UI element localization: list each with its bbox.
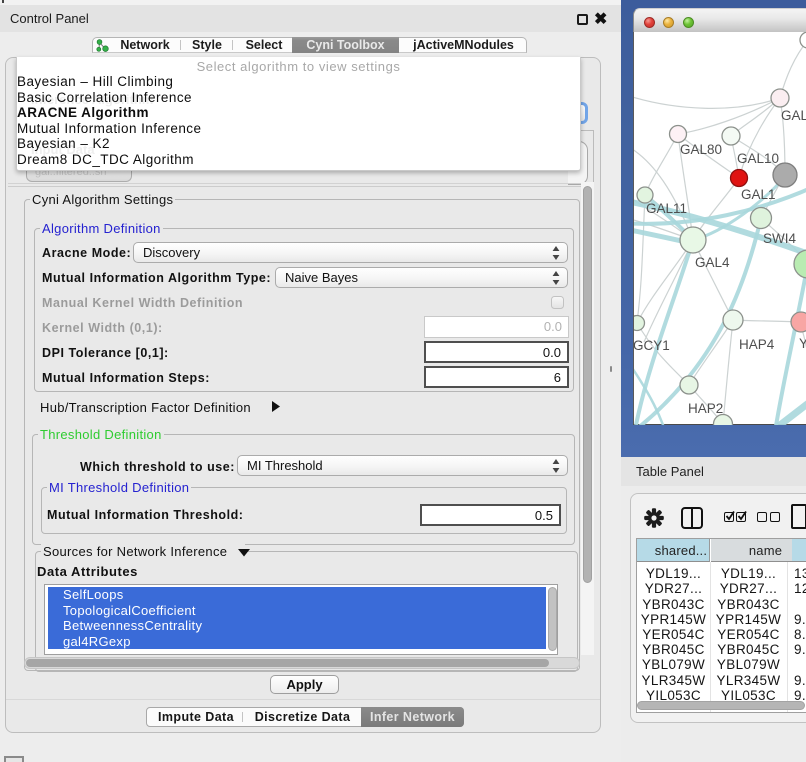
- svg-text:GCY1: GCY1: [634, 338, 670, 353]
- svg-text:GAL1: GAL1: [741, 187, 776, 202]
- svg-text:GAL4: GAL4: [695, 255, 730, 270]
- svg-text:HAP2: HAP2: [688, 401, 723, 416]
- svg-text:GAL80: GAL80: [680, 142, 722, 157]
- svg-text:YE: YE: [799, 336, 806, 351]
- svg-text:GAL7: GAL7: [781, 108, 806, 123]
- svg-text:GAL10: GAL10: [737, 151, 779, 166]
- svg-text:GAL11: GAL11: [646, 201, 687, 216]
- svg-text:SWI4: SWI4: [763, 231, 796, 246]
- svg-text:HAP4: HAP4: [739, 337, 775, 352]
